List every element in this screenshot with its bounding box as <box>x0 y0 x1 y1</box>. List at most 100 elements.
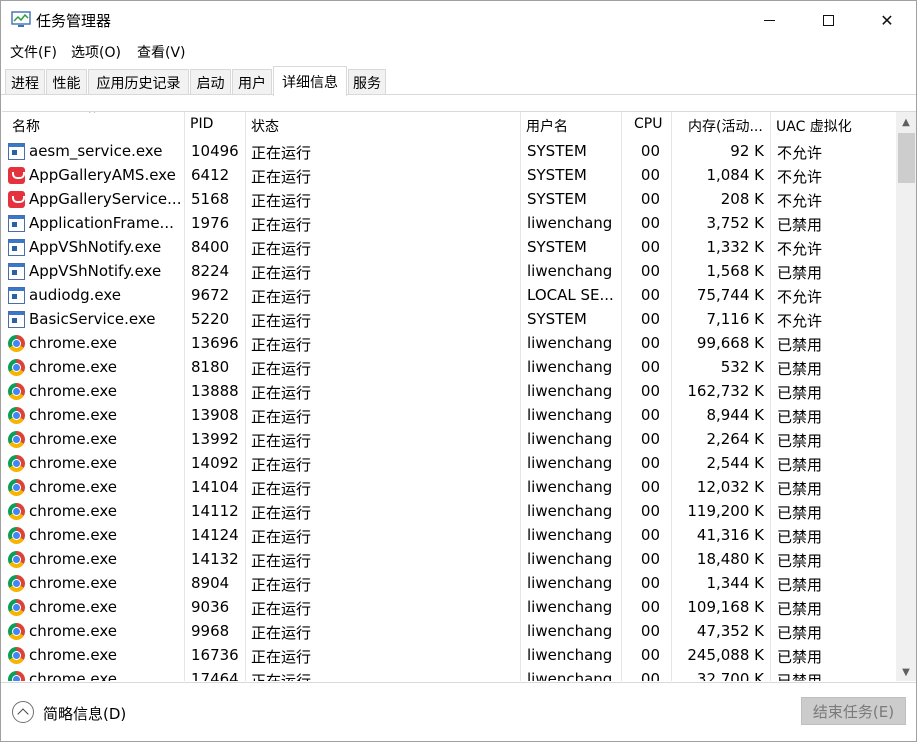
minimize-button[interactable] <box>738 1 800 39</box>
table-row[interactable]: chrome.exe 9968 正在运行 liwenchang 00 47,352 K 已禁… <box>2 620 896 644</box>
tab-processes[interactable]: 进程 <box>5 69 45 95</box>
details-table: 名称 ^ PID 状态 用户名 CPU 内存(活动... UAC 虚拟化 aes… <box>2 111 916 681</box>
process-name: chrome.exe <box>29 430 117 448</box>
process-status: 正在运行 <box>251 576 312 594</box>
huawei-appgallery-icon <box>8 191 25 208</box>
process-name: AppVShNotify.exe <box>29 262 162 280</box>
scroll-thumb[interactable] <box>898 133 915 183</box>
process-pid: 16736 <box>191 646 239 664</box>
vertical-scrollbar[interactable]: ▲ ▼ <box>896 112 916 681</box>
process-status: 正在运行 <box>251 552 312 570</box>
end-task-button[interactable]: 结束任务(E) <box>801 697 906 725</box>
process-pid: 8904 <box>191 574 230 592</box>
scroll-down-icon[interactable]: ▼ <box>896 662 916 681</box>
process-uac: 已禁用 <box>777 216 823 234</box>
column-header-username[interactable]: 用户名 <box>526 116 568 136</box>
table-row[interactable]: chrome.exe 13696 正在运行 liwenchang 00 99,668 K 已… <box>2 332 896 356</box>
tab-startup[interactable]: 启动 <box>190 69 231 95</box>
chrome-icon <box>8 575 25 592</box>
table-row[interactable]: chrome.exe 14104 正在运行 liwenchang 00 12,032 K 已… <box>2 476 896 500</box>
process-cpu: 00 <box>640 310 660 328</box>
table-row[interactable]: AppVShNotify.exe 8224 正在运行 liwenchang 00 1,56… <box>2 260 896 284</box>
process-cpu: 00 <box>640 574 660 592</box>
process-pid: 17464 <box>191 670 239 681</box>
table-row[interactable]: AppVShNotify.exe 8400 正在运行 SYSTEM 00 1,332 K 不… <box>2 236 896 260</box>
table-row[interactable]: chrome.exe 9036 正在运行 liwenchang 00 109,168 K 已… <box>2 596 896 620</box>
scroll-up-icon[interactable]: ▲ <box>896 112 916 132</box>
process-username: liwenchang <box>527 646 613 664</box>
column-header-pid[interactable]: PID <box>190 116 213 132</box>
tab-details[interactable]: 详细信息 <box>273 66 347 96</box>
app-window-icon <box>8 311 25 328</box>
table-row[interactable]: ApplicationFrame... 1976 正在运行 liwenchang 00 3… <box>2 212 896 236</box>
process-memory: 2,264 K <box>706 430 764 448</box>
table-row[interactable]: chrome.exe 13992 正在运行 liwenchang 00 2,264 K 已禁… <box>2 428 896 452</box>
table-row[interactable]: AppGalleryAMS.exe 6412 正在运行 SYSTEM 00 1,084 K… <box>2 164 896 188</box>
process-pid: 14112 <box>191 502 239 520</box>
process-username: liwenchang <box>527 550 613 568</box>
process-uac: 已禁用 <box>777 384 823 402</box>
menu-options[interactable]: 选项(O) <box>71 42 121 62</box>
tab-users[interactable]: 用户 <box>232 69 272 95</box>
process-memory: 2,544 K <box>706 454 764 472</box>
table-row[interactable]: chrome.exe 14132 正在运行 liwenchang 00 18,480 K 已… <box>2 548 896 572</box>
column-header-memory[interactable]: 内存(活动... <box>688 116 763 136</box>
process-cpu: 00 <box>640 454 660 472</box>
column-header-name[interactable]: 名称 <box>12 116 40 136</box>
table-row[interactable]: chrome.exe 14124 正在运行 liwenchang 00 41,316 K 已… <box>2 524 896 548</box>
table-row[interactable]: chrome.exe 16736 正在运行 liwenchang 00 245,088 K… <box>2 644 896 668</box>
maximize-button[interactable] <box>797 1 859 39</box>
column-header-uac[interactable]: UAC 虚拟化 <box>776 116 852 136</box>
process-pid: 8224 <box>191 262 230 280</box>
process-uac: 已禁用 <box>777 360 823 378</box>
process-memory: 47,352 K <box>696 622 764 640</box>
sort-ascending-icon: ^ <box>88 111 97 120</box>
table-row[interactable]: chrome.exe 17464 正在运行 liwenchang 00 32,700 K 已… <box>2 668 896 681</box>
process-memory: 99,668 K <box>696 334 764 352</box>
table-row[interactable]: BasicService.exe 5220 正在运行 SYSTEM 00 7,116 K 不… <box>2 308 896 332</box>
table-row[interactable]: chrome.exe 8180 正在运行 liwenchang 00 532 K 已禁用 <box>2 356 896 380</box>
fewer-details-button[interactable] <box>12 701 34 723</box>
process-status: 正在运行 <box>251 240 312 258</box>
process-username: liwenchang <box>527 430 613 448</box>
process-cpu: 00 <box>640 262 660 280</box>
chrome-icon <box>8 431 25 448</box>
menu-view[interactable]: 查看(V) <box>137 42 186 62</box>
process-uac: 已禁用 <box>777 432 823 450</box>
process-username: liwenchang <box>527 502 613 520</box>
tab-performance[interactable]: 性能 <box>46 69 87 95</box>
table-row[interactable]: chrome.exe 8904 正在运行 liwenchang 00 1,344 K 已禁用 <box>2 572 896 596</box>
process-pid: 14092 <box>191 454 239 472</box>
chrome-icon <box>8 479 25 496</box>
fewer-details-label[interactable]: 简略信息(D) <box>43 703 126 724</box>
column-header-status[interactable]: 状态 <box>251 116 279 136</box>
process-status: 正在运行 <box>251 672 312 681</box>
process-status: 正在运行 <box>251 336 312 354</box>
table-row[interactable]: chrome.exe 14112 正在运行 liwenchang 00 119,200 K… <box>2 500 896 524</box>
process-memory: 532 K <box>720 358 764 376</box>
process-status: 正在运行 <box>251 264 312 282</box>
tab-services[interactable]: 服务 <box>348 69 386 95</box>
tab-app-history[interactable]: 应用历史记录 <box>88 69 189 95</box>
table-row[interactable]: chrome.exe 14092 正在运行 liwenchang 00 2,544 K 已禁… <box>2 452 896 476</box>
close-button[interactable]: ✕ <box>856 1 917 39</box>
column-header-cpu[interactable]: CPU <box>634 116 662 132</box>
menu-file[interactable]: 文件(F) <box>10 42 57 62</box>
table-row[interactable]: chrome.exe 13888 正在运行 liwenchang 00 162,732 K… <box>2 380 896 404</box>
chevron-up-icon <box>17 708 29 720</box>
process-uac: 已禁用 <box>777 336 823 354</box>
process-memory: 109,168 K <box>687 598 764 616</box>
table-row[interactable]: AppGalleryService.... 5168 正在运行 SYSTEM 00 208… <box>2 188 896 212</box>
title-bar[interactable]: 任务管理器 ✕ <box>1 1 916 39</box>
process-cpu: 00 <box>640 382 660 400</box>
table-row[interactable]: chrome.exe 13908 正在运行 liwenchang 00 8,944 K 已禁… <box>2 404 896 428</box>
chrome-icon <box>8 527 25 544</box>
table-row[interactable]: audiodg.exe 9672 正在运行 LOCAL SE... 00 75,744 K… <box>2 284 896 308</box>
process-status: 正在运行 <box>251 648 312 666</box>
process-pid: 13908 <box>191 406 239 424</box>
process-username: liwenchang <box>527 382 613 400</box>
process-pid: 14124 <box>191 526 239 544</box>
process-username: liwenchang <box>527 574 613 592</box>
process-cpu: 00 <box>640 358 660 376</box>
table-row[interactable]: aesm_service.exe 10496 正在运行 SYSTEM 00 92 K 不允许 <box>2 140 896 164</box>
